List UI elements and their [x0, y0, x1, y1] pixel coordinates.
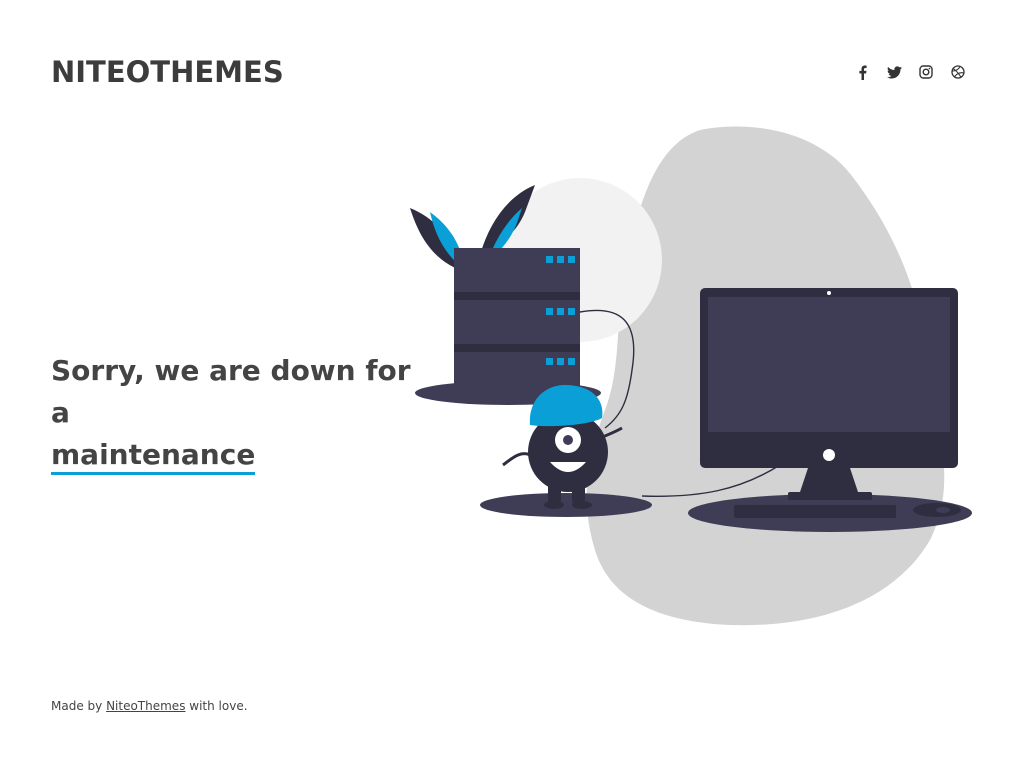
facebook-icon — [858, 65, 867, 80]
twitter-link[interactable] — [886, 63, 902, 81]
facebook-link[interactable] — [854, 63, 870, 81]
character-shadow — [480, 493, 652, 517]
site-logo[interactable]: NITEOTHEMES — [51, 54, 284, 90]
headline-highlight: maintenance — [51, 438, 256, 475]
server-rack — [454, 248, 580, 394]
footer-suffix: with love. — [185, 699, 248, 713]
dribbble-icon — [951, 65, 965, 79]
headline-text: Sorry, we are down for a — [51, 354, 411, 429]
instagram-link[interactable] — [918, 63, 934, 81]
footer-prefix: Made by — [51, 699, 107, 713]
social-links — [854, 63, 966, 81]
dribbble-link[interactable] — [950, 63, 966, 81]
instagram-icon — [919, 65, 933, 79]
maintenance-illustration — [410, 126, 972, 626]
maintenance-headline: Sorry, we are down for a maintenance — [51, 350, 431, 476]
maintenance-page: NITEOTHEMES Sorry, we are down for a mai… — [0, 0, 1024, 768]
footer-credit: Made by NiteoThemes with love. — [51, 699, 248, 713]
footer-niteothemes-link[interactable]: NiteoThemes — [106, 699, 185, 713]
twitter-icon — [886, 65, 902, 79]
